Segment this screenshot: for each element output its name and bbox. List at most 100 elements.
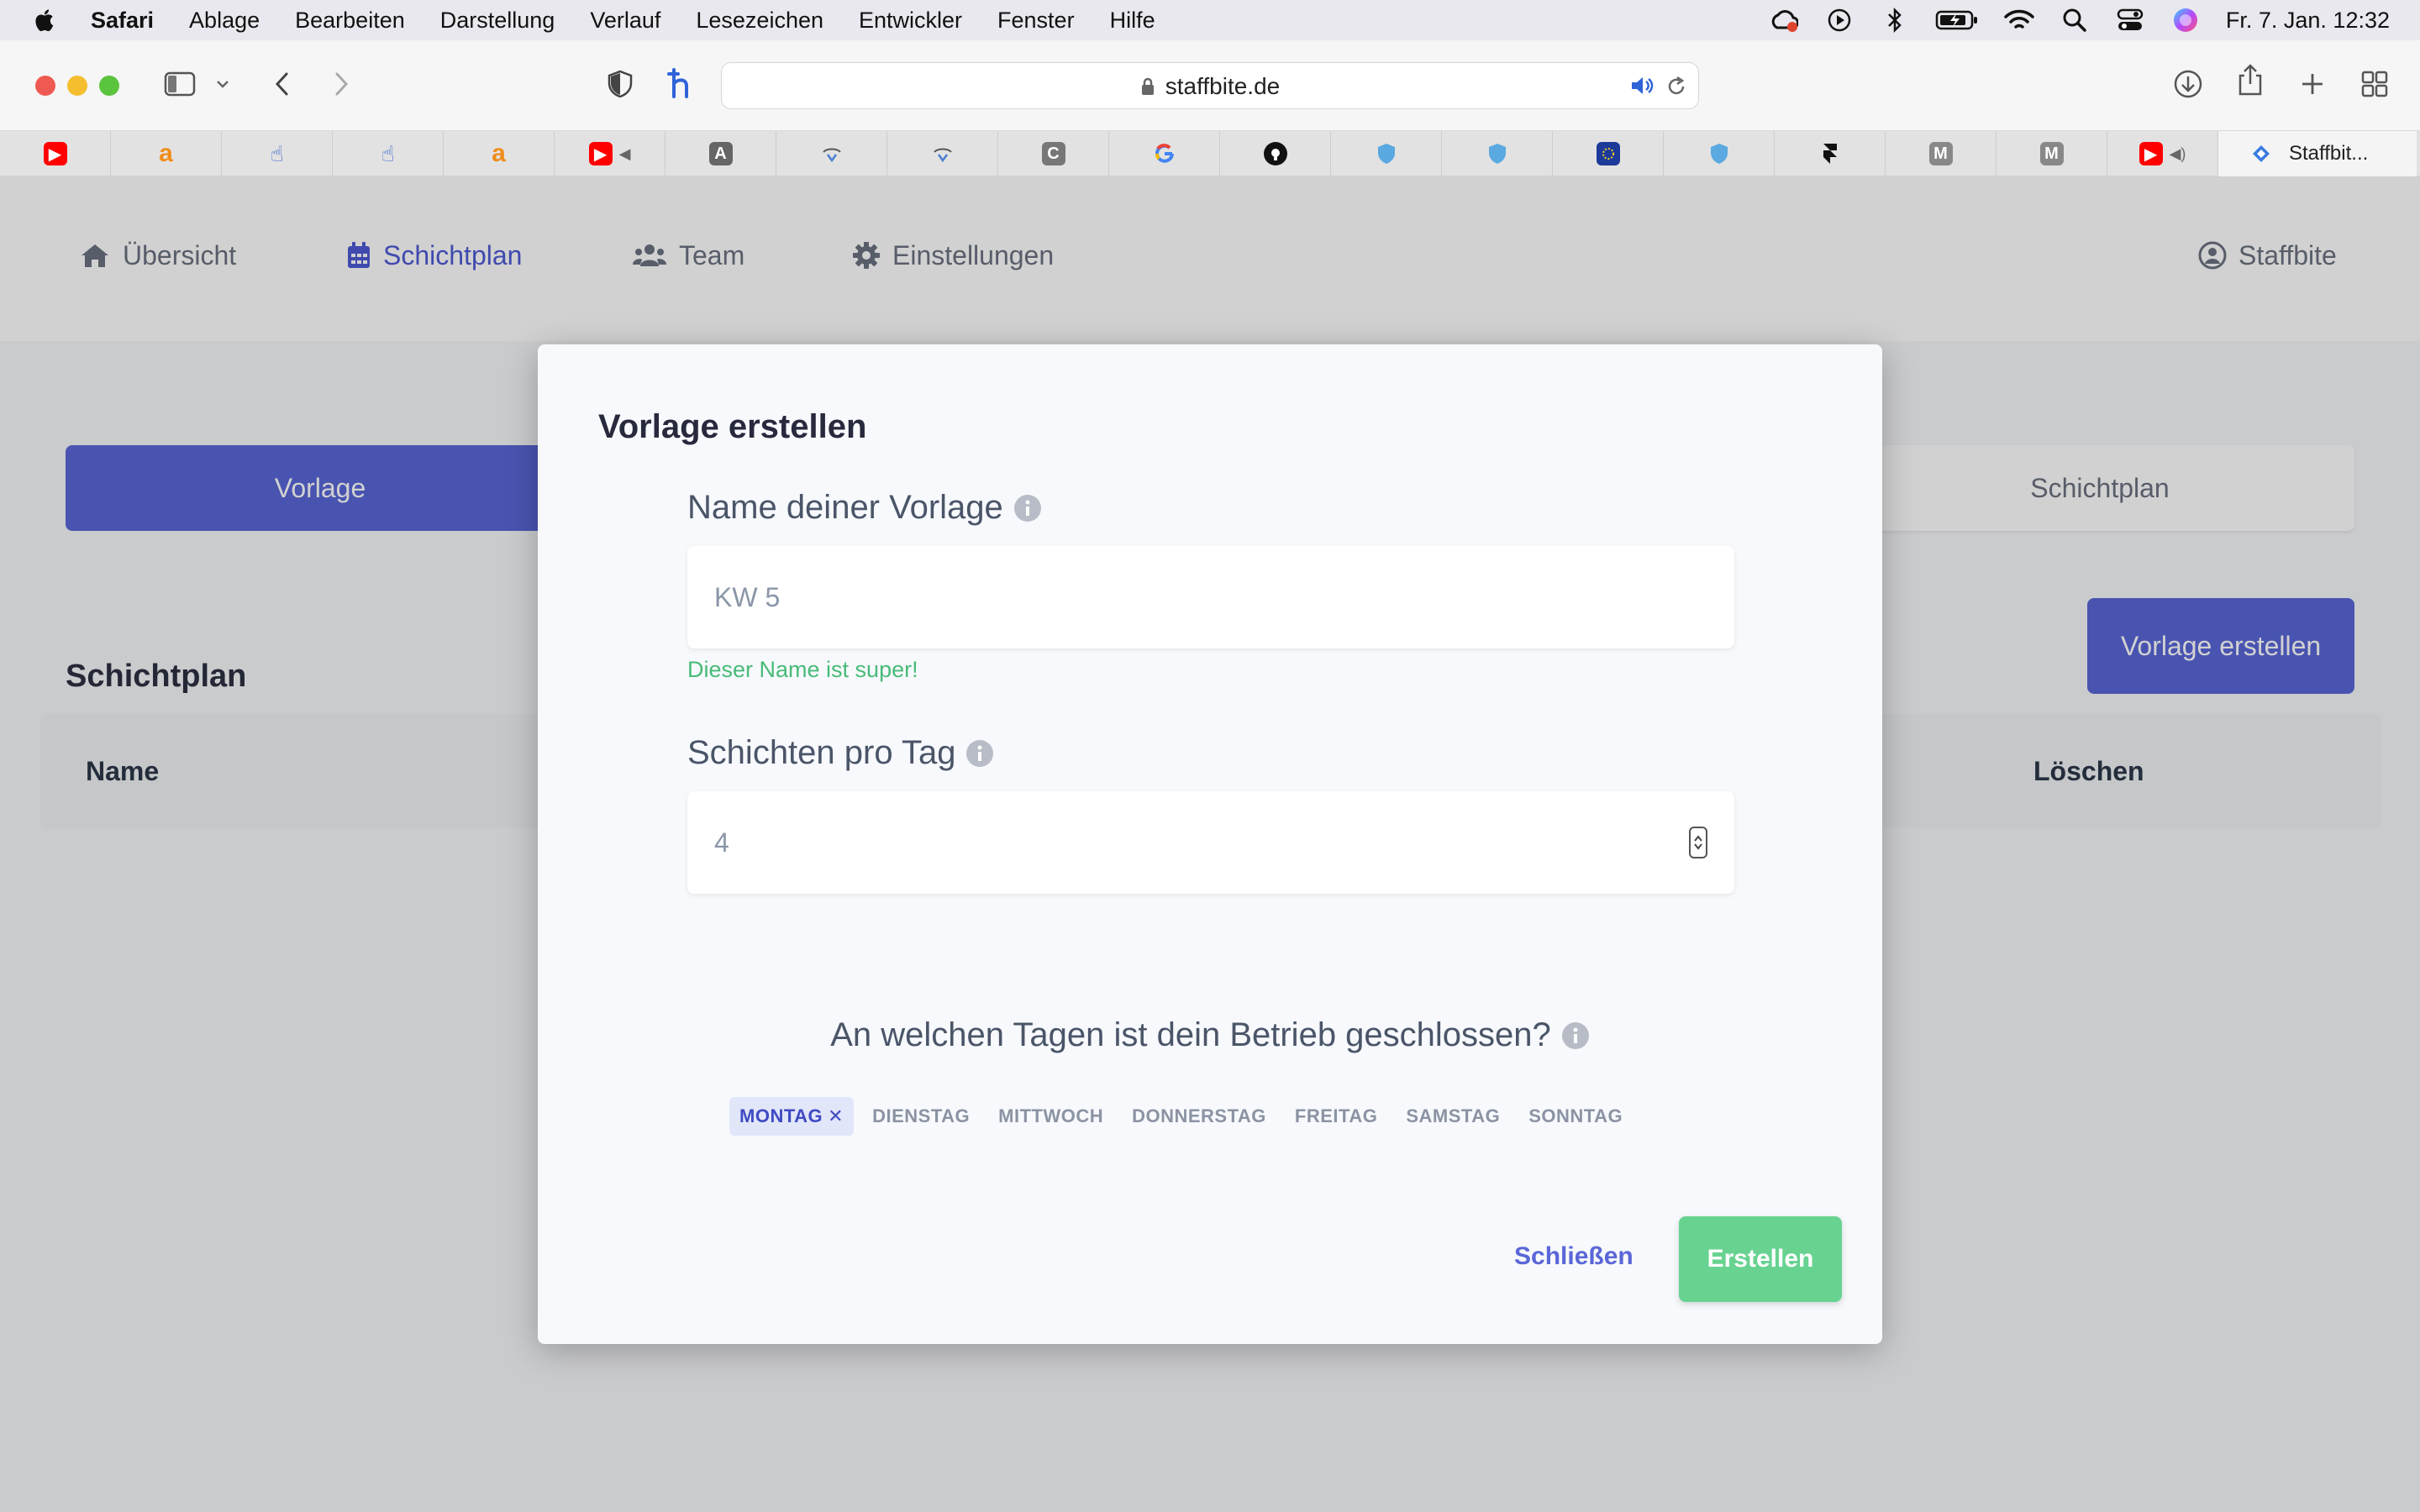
creative-cloud-icon[interactable] xyxy=(1769,5,1799,35)
browser-tab[interactable]: ▶ ◀) xyxy=(2107,131,2218,176)
speaker-icon: ◀) xyxy=(2169,144,2186,162)
day-chip-dienstag[interactable]: DIENSTAG xyxy=(862,1097,980,1136)
spotlight-search-icon[interactable] xyxy=(2060,5,2090,35)
template-name-label-text: Name deiner Vorlage xyxy=(687,489,1003,526)
shifts-per-day-label-text: Schichten pro Tag xyxy=(687,734,956,771)
youtube-icon: ▶ xyxy=(588,142,613,165)
stepper-down-icon[interactable] xyxy=(1693,843,1703,851)
letter-c-icon: C xyxy=(1041,142,1065,165)
tab-bar: ▶ a ☝ ☝ a ▶ ◀ A C M M ▶ ◀) Staffbit... xyxy=(0,131,2420,176)
validation-hint: Dieser Name ist super! xyxy=(687,657,918,682)
browser-tab[interactable]: M xyxy=(1886,131,1996,176)
window-minimize-button[interactable] xyxy=(67,76,87,96)
closed-days-label-text: An welchen Tagen ist dein Betrieb geschl… xyxy=(830,1016,1551,1053)
closed-days-label: An welchen Tagen ist dein Betrieb geschl… xyxy=(538,1016,1882,1054)
menu-app-safari[interactable]: Safari xyxy=(91,8,154,34)
dialog-title: Vorlage erstellen xyxy=(598,408,867,445)
browser-tab[interactable] xyxy=(1109,131,1220,176)
menu-ablage[interactable]: Ablage xyxy=(189,8,260,34)
browser-tab[interactable]: A xyxy=(666,131,776,176)
pointer-icon: ☝ xyxy=(270,140,284,166)
browser-tab[interactable]: a xyxy=(111,131,222,176)
browser-tab[interactable]: ☝ xyxy=(222,131,333,176)
menu-verlauf[interactable]: Verlauf xyxy=(590,8,660,34)
tab-overview-icon[interactable] xyxy=(2358,67,2391,101)
template-name-input[interactable]: KW 5 xyxy=(687,546,1734,648)
browser-tab[interactable]: C xyxy=(998,131,1109,176)
hypothesis-extension-icon[interactable] xyxy=(664,67,697,101)
siri-icon[interactable] xyxy=(2170,5,2201,35)
address-bar[interactable]: staffbite.de xyxy=(721,62,1699,109)
number-stepper[interactable] xyxy=(1689,827,1707,858)
reload-icon[interactable] xyxy=(1665,75,1688,102)
day-chip-sonntag[interactable]: SONNTAG xyxy=(1518,1097,1633,1136)
forward-arrow-icon[interactable] xyxy=(324,67,358,101)
shifts-per-day-input[interactable]: 4 xyxy=(687,791,1734,894)
browser-tab[interactable] xyxy=(1331,131,1442,176)
menu-hilfe[interactable]: Hilfe xyxy=(1110,8,1155,34)
site-icon xyxy=(931,142,955,165)
browser-tab[interactable]: ☝ xyxy=(333,131,444,176)
info-icon[interactable] xyxy=(1013,494,1042,522)
share-icon[interactable] xyxy=(2233,64,2267,97)
amazon-icon: a xyxy=(492,139,506,167)
downloads-icon[interactable] xyxy=(2171,67,2205,101)
speaker-icon[interactable] xyxy=(1629,75,1655,101)
new-tab-plus-icon[interactable] xyxy=(2296,67,2329,101)
window-zoom-button[interactable] xyxy=(99,76,119,96)
browser-tab[interactable] xyxy=(1664,131,1775,176)
browser-tab[interactable] xyxy=(1775,131,1886,176)
browser-tab[interactable] xyxy=(1442,131,1553,176)
letter-m-icon: M xyxy=(2039,142,2064,165)
battery-icon[interactable] xyxy=(1935,5,1979,35)
bluetooth-icon[interactable] xyxy=(1880,5,1910,35)
menu-bearbeiten[interactable]: Bearbeiten xyxy=(295,8,405,34)
github-icon xyxy=(1263,142,1287,165)
template-name-label: Name deiner Vorlage xyxy=(687,489,1042,527)
chevron-down-icon[interactable] xyxy=(210,67,235,101)
stepper-up-icon[interactable] xyxy=(1693,834,1703,843)
day-chip-mittwoch[interactable]: MITTWOCH xyxy=(988,1097,1113,1136)
day-chip-samstag[interactable]: SAMSTAG xyxy=(1396,1097,1510,1136)
google-icon xyxy=(1153,142,1176,165)
browser-tab-active[interactable]: Staffbit... xyxy=(2218,131,2417,176)
privacy-shield-icon[interactable] xyxy=(603,67,637,101)
day-chip-freitag[interactable]: FREITAG xyxy=(1285,1097,1387,1136)
menubar-clock[interactable]: Fr. 7. Jan. 12:32 xyxy=(2226,8,2390,34)
framer-icon xyxy=(1818,142,1842,165)
play-circle-icon[interactable] xyxy=(1824,5,1854,35)
create-template-dialog: Vorlage erstellen Name deiner Vorlage KW… xyxy=(538,344,1882,1344)
close-button[interactable]: Schließen xyxy=(1514,1240,1634,1273)
browser-tab[interactable] xyxy=(887,131,998,176)
browser-tab[interactable] xyxy=(1553,131,1664,176)
safari-toolbar: staffbite.de xyxy=(0,40,2420,131)
day-chip-montag[interactable]: MONTAG ✕ xyxy=(729,1097,855,1136)
lock-icon xyxy=(1141,77,1154,95)
shifts-per-day-label: Schichten pro Tag xyxy=(687,734,994,772)
apple-icon[interactable] xyxy=(32,7,59,34)
browser-tab[interactable]: M xyxy=(1996,131,2107,176)
wifi-icon[interactable] xyxy=(2004,5,2034,35)
create-button[interactable]: Erstellen xyxy=(1679,1216,1842,1302)
sidebar-icon[interactable] xyxy=(163,67,197,101)
remove-x-icon[interactable]: ✕ xyxy=(828,1105,844,1127)
menu-entwickler[interactable]: Entwickler xyxy=(859,8,962,34)
eu-icon xyxy=(1596,142,1620,165)
day-chip-donnerstag[interactable]: DONNERSTAG xyxy=(1122,1097,1276,1136)
browser-tab[interactable]: ▶ xyxy=(0,131,111,176)
menu-lesezeichen[interactable]: Lesezeichen xyxy=(696,8,823,34)
shield-icon xyxy=(1707,142,1731,165)
browser-tab[interactable] xyxy=(776,131,887,176)
browser-tab[interactable]: ▶ ◀ xyxy=(555,131,666,176)
browser-tab[interactable]: a xyxy=(444,131,555,176)
amazon-icon: a xyxy=(159,139,173,167)
control-center-icon[interactable] xyxy=(2115,5,2145,35)
menu-fenster[interactable]: Fenster xyxy=(997,8,1075,34)
info-icon[interactable] xyxy=(1561,1021,1590,1050)
browser-tab[interactable] xyxy=(1220,131,1331,176)
shifts-per-day-value: 4 xyxy=(714,827,729,858)
back-arrow-icon[interactable] xyxy=(266,67,299,101)
info-icon[interactable] xyxy=(965,739,994,768)
window-close-button[interactable] xyxy=(35,76,55,96)
menu-darstellung[interactable]: Darstellung xyxy=(440,8,555,34)
